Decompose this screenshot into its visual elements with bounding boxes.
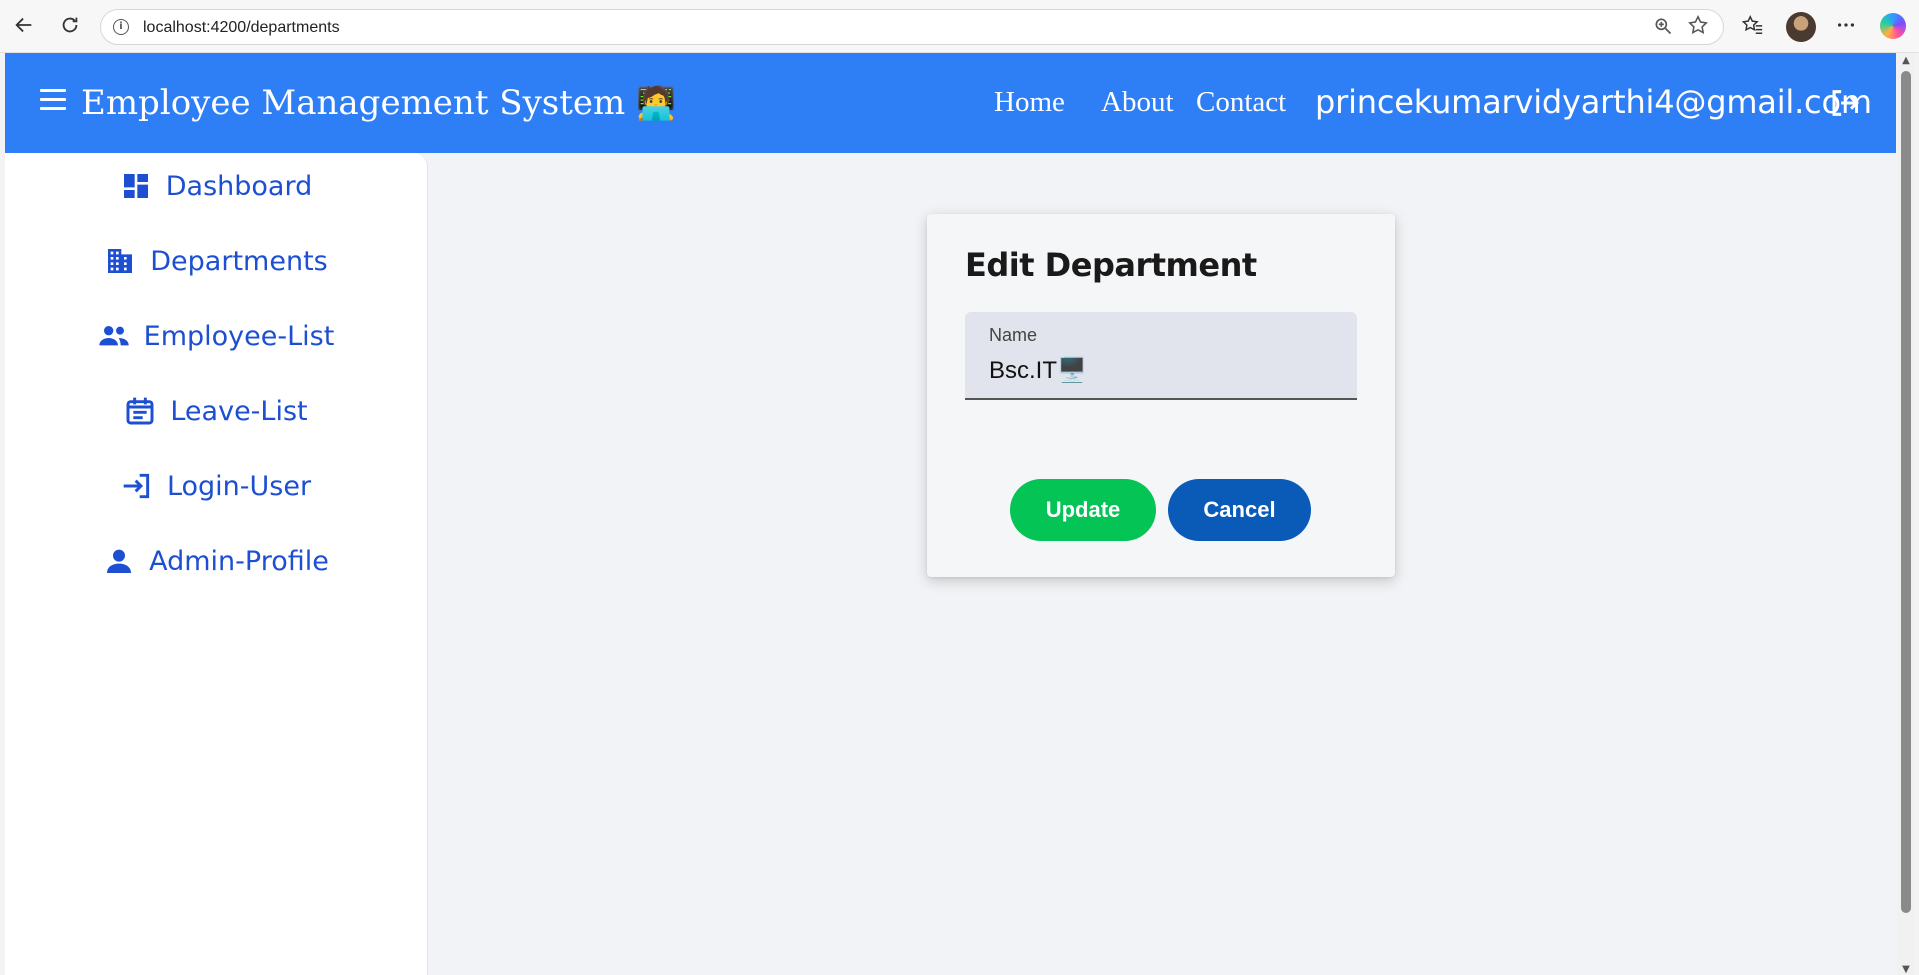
sidebar-item-departments[interactable]: Departments <box>5 236 427 286</box>
nav-about-link[interactable]: About <box>1101 86 1174 119</box>
main-content: Edit Department Name Update Cancel <box>428 153 1896 975</box>
nav-contact-link[interactable]: Contact <box>1196 86 1286 119</box>
info-icon[interactable]: i <box>113 19 129 35</box>
sidebar-item-admin-profile[interactable]: Admin-Profile <box>5 536 427 586</box>
user-email: princekumarvidyarthi4@gmail.com <box>1315 83 1872 121</box>
sidebar: Dashboard Departments Employee-List Leav… <box>5 153 428 975</box>
sidebar-item-leave-list[interactable]: Leave-List <box>5 386 427 436</box>
sidebar-item-label: Dashboard <box>165 170 313 202</box>
name-input[interactable] <box>989 354 1329 386</box>
developer-emoji-icon: 🧑‍💻 <box>636 84 676 122</box>
profile-avatar[interactable] <box>1786 12 1816 42</box>
star-icon[interactable] <box>1687 14 1709 42</box>
calendar-icon <box>124 395 156 427</box>
people-icon <box>98 320 130 352</box>
favorites-icon[interactable] <box>1739 11 1767 39</box>
copilot-icon[interactable] <box>1880 13 1906 39</box>
zoom-icon[interactable] <box>1653 16 1673 41</box>
browser-toolbar: i localhost:4200/departments <box>0 0 1919 53</box>
name-field[interactable]: Name <box>965 312 1357 400</box>
app-title: Employee Management System 🧑‍💻 <box>81 83 676 123</box>
login-icon <box>121 470 153 502</box>
scroll-thumb[interactable] <box>1901 71 1911 913</box>
app-title-text: Employee Management System <box>81 83 626 123</box>
dashboard-icon <box>120 170 152 202</box>
refresh-icon[interactable] <box>56 11 84 39</box>
edit-department-card: Edit Department Name Update Cancel <box>927 214 1395 577</box>
address-bar[interactable]: i localhost:4200/departments <box>100 9 1724 45</box>
card-title: Edit Department <box>965 246 1257 284</box>
person-icon <box>103 545 135 577</box>
more-icon[interactable] <box>1832 11 1860 39</box>
sidebar-item-label: Leave-List <box>170 395 308 427</box>
sidebar-item-login-user[interactable]: Login-User <box>5 461 427 511</box>
update-button[interactable]: Update <box>1010 479 1156 541</box>
sidebar-item-dashboard[interactable]: Dashboard <box>5 161 427 211</box>
sidebar-item-label: Admin-Profile <box>149 545 329 577</box>
page-scrollbar[interactable]: ▲ ▼ <box>1897 53 1915 975</box>
cancel-button[interactable]: Cancel <box>1168 479 1311 541</box>
url-text[interactable]: localhost:4200/departments <box>143 19 340 37</box>
nav-home-link[interactable]: Home <box>994 86 1065 119</box>
scroll-up-arrow-icon[interactable]: ▲ <box>1900 55 1912 66</box>
logout-icon[interactable] <box>1827 86 1861 120</box>
menu-icon[interactable] <box>40 89 66 111</box>
name-field-label: Name <box>989 325 1038 345</box>
sidebar-item-label: Departments <box>150 245 328 277</box>
scroll-down-arrow-icon[interactable]: ▼ <box>1900 964 1912 975</box>
app-header: Employee Management System 🧑‍💻 Home Abou… <box>5 53 1896 153</box>
sidebar-item-label: Login-User <box>166 470 312 502</box>
sidebar-item-label: Employee-List <box>143 320 335 352</box>
sidebar-item-employee-list[interactable]: Employee-List <box>5 311 427 361</box>
back-arrow-icon[interactable] <box>10 11 38 39</box>
building-icon <box>104 245 136 277</box>
